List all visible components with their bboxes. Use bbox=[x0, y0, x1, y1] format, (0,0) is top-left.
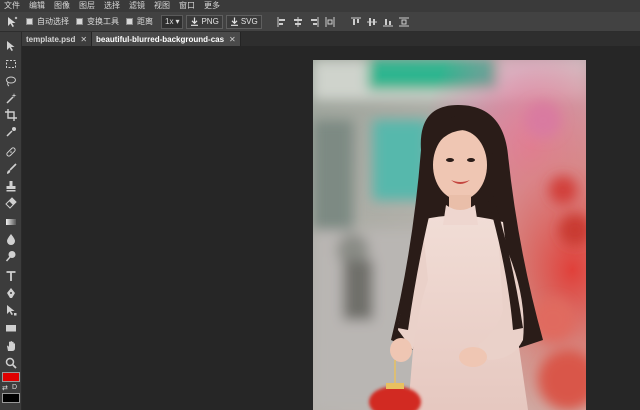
zoom-tool-icon[interactable] bbox=[3, 355, 19, 371]
document-tabs: template.psd ✕ beautiful-blurred-backgro… bbox=[22, 32, 640, 46]
distribute-horizontal-icon[interactable] bbox=[324, 16, 336, 28]
scale-dropdown[interactable]: 1x ▾ bbox=[161, 14, 184, 29]
canvas-image[interactable] bbox=[313, 60, 586, 410]
menu-edit[interactable]: 编辑 bbox=[29, 0, 45, 12]
align-left-icon[interactable] bbox=[276, 16, 288, 28]
crop-tool-icon[interactable] bbox=[3, 107, 19, 123]
stamp-tool-icon[interactable] bbox=[3, 178, 19, 194]
eraser-tool-icon[interactable] bbox=[3, 195, 19, 211]
download-icon bbox=[191, 17, 199, 26]
tab-template[interactable]: template.psd ✕ bbox=[22, 32, 93, 46]
blur-tool-icon[interactable] bbox=[3, 231, 19, 247]
lasso-tool-icon[interactable] bbox=[3, 73, 19, 89]
marquee-tool-icon[interactable] bbox=[3, 56, 19, 72]
distribute-vertical-icon[interactable] bbox=[398, 16, 410, 28]
foreground-color-swatch[interactable] bbox=[2, 372, 20, 382]
background-color-swatch[interactable] bbox=[2, 393, 20, 403]
move-tool-icon[interactable] bbox=[3, 38, 19, 54]
menu-bar: 文件 编辑 图像 图层 选择 滤镜 视图 窗口 更多 bbox=[0, 0, 640, 12]
menu-file[interactable]: 文件 bbox=[4, 0, 20, 12]
rectangle-tool-icon[interactable] bbox=[3, 320, 19, 336]
pen-tool-icon[interactable] bbox=[3, 285, 19, 301]
tab-background-image[interactable]: beautiful-blurred-background-cas ✕ bbox=[92, 32, 241, 46]
menu-window[interactable]: 窗口 bbox=[179, 0, 195, 12]
path-select-tool-icon[interactable] bbox=[3, 302, 19, 318]
close-icon[interactable]: ✕ bbox=[229, 35, 236, 44]
export-svg-label: SVG bbox=[240, 17, 258, 26]
export-png-label: PNG bbox=[201, 17, 219, 26]
healing-tool-icon[interactable] bbox=[3, 144, 19, 160]
close-icon[interactable]: ✕ bbox=[80, 35, 87, 44]
chevron-down-icon: ▾ bbox=[175, 17, 180, 26]
distance-label: 距离 bbox=[137, 17, 153, 26]
download-icon bbox=[230, 17, 238, 26]
eyedropper-tool-icon[interactable] bbox=[3, 124, 19, 140]
menu-more[interactable]: 更多 bbox=[204, 0, 220, 12]
menu-select[interactable]: 选择 bbox=[104, 0, 120, 12]
type-tool-icon[interactable] bbox=[3, 268, 19, 284]
menu-filter[interactable]: 滤镜 bbox=[129, 0, 145, 12]
move-icon[interactable] bbox=[5, 15, 19, 29]
align-top-icon[interactable] bbox=[350, 16, 362, 28]
checkbox-box bbox=[126, 18, 133, 25]
transform-controls-label: 变换工具 bbox=[87, 17, 119, 26]
hand-tool-icon[interactable] bbox=[3, 338, 19, 354]
tools-panel: ⇄ D bbox=[0, 32, 22, 410]
transform-controls-checkbox[interactable]: 变换工具 bbox=[76, 16, 119, 27]
background-color bbox=[2, 393, 20, 403]
auto-select-label: 自动选择 bbox=[37, 17, 69, 26]
align-middle-icon[interactable] bbox=[366, 16, 378, 28]
auto-select-checkbox[interactable]: 自动选择 bbox=[26, 16, 69, 27]
magic-wand-tool-icon[interactable] bbox=[3, 90, 19, 106]
gradient-tool-icon[interactable] bbox=[3, 214, 19, 230]
dodge-tool-icon[interactable] bbox=[3, 248, 19, 264]
export-png-button[interactable]: PNG bbox=[186, 14, 223, 29]
menu-image[interactable]: 图像 bbox=[54, 0, 70, 12]
swap-colors-icon[interactable]: ⇄ bbox=[2, 384, 8, 392]
portrait-photo bbox=[313, 60, 586, 410]
align-bottom-icon[interactable] bbox=[382, 16, 394, 28]
default-colors-icon[interactable]: D bbox=[12, 384, 17, 391]
options-bar: 自动选择 变换工具 距离 1x ▾ PNG SVG bbox=[0, 12, 640, 32]
checkbox-box bbox=[26, 18, 33, 25]
align-center-icon[interactable] bbox=[292, 16, 304, 28]
tab-label: beautiful-blurred-background-cas bbox=[96, 34, 225, 44]
checkbox-box bbox=[76, 18, 83, 25]
export-svg-button[interactable]: SVG bbox=[225, 14, 262, 29]
foreground-color bbox=[2, 372, 20, 382]
menu-view[interactable]: 视图 bbox=[154, 0, 170, 12]
align-right-icon[interactable] bbox=[308, 16, 320, 28]
distance-checkbox[interactable]: 距离 bbox=[126, 16, 153, 27]
menu-layer[interactable]: 图层 bbox=[79, 0, 95, 12]
tab-label: template.psd bbox=[26, 34, 76, 44]
scale-value: 1x bbox=[165, 17, 174, 26]
brush-tool-icon[interactable] bbox=[3, 161, 19, 177]
